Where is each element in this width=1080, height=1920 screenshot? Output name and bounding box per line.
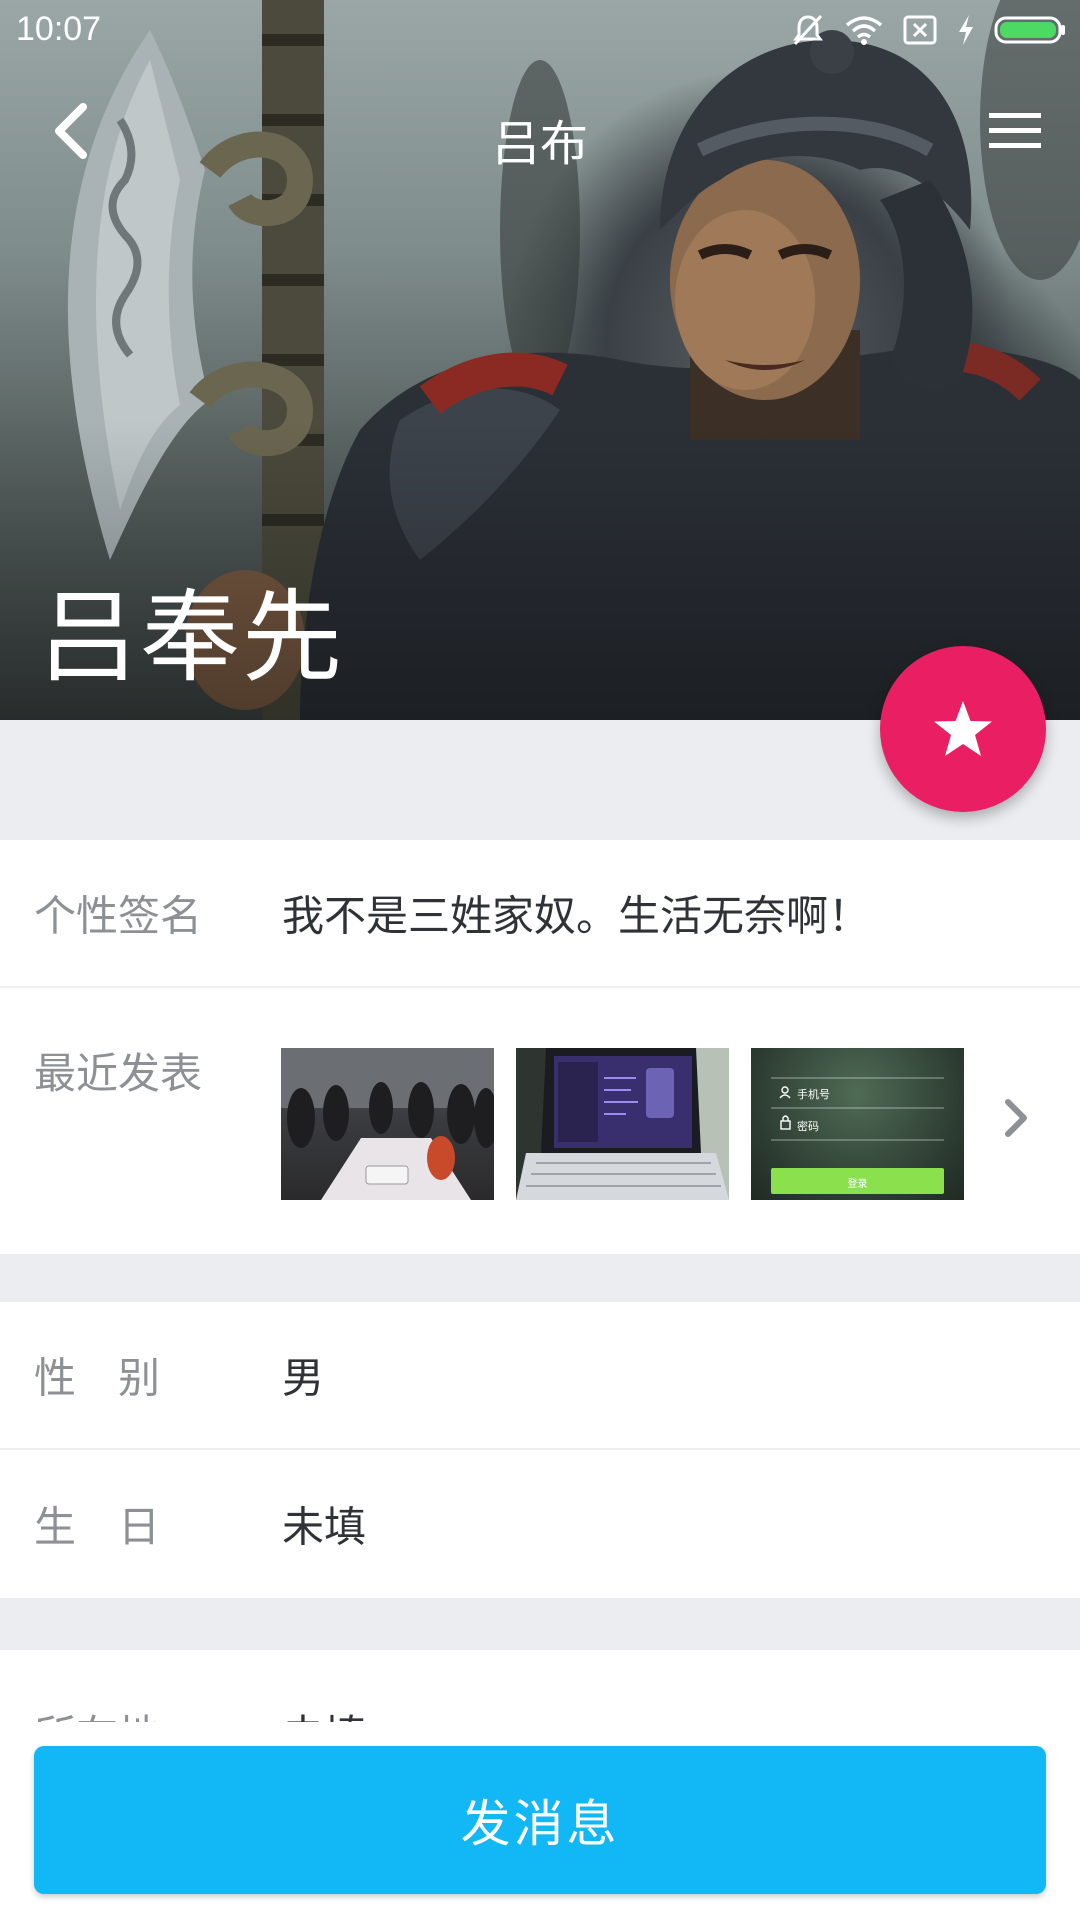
recent-posts-row[interactable]: 最近发表 手机号 密码 登录 bbox=[0, 988, 1080, 1254]
hamburger-menu-icon bbox=[989, 113, 1041, 148]
birthday-value: 未填 bbox=[282, 1502, 367, 1552]
login-button-label: 登录 bbox=[847, 1179, 868, 1190]
toolbar: 吕布 bbox=[0, 70, 1080, 200]
gender-value: 男 bbox=[282, 1353, 325, 1403]
profile-section-about: 个性签名 我不是三姓家奴。生活无奈啊！ 最近发表 手机号 密码 登录 bbox=[0, 840, 1080, 1254]
favorite-button[interactable] bbox=[880, 646, 1046, 812]
gender-row: 性 别 男 bbox=[0, 1302, 1080, 1450]
chevron-right-icon bbox=[1005, 1099, 1027, 1137]
battery-icon bbox=[994, 16, 1065, 44]
birthday-row: 生 日 未填 bbox=[0, 1450, 1080, 1598]
signature-value: 我不是三姓家奴。生活无奈啊！ bbox=[282, 891, 871, 941]
recent-posts-thumbnails: 手机号 密码 登录 bbox=[281, 1048, 964, 1200]
gender-label: 性 别 bbox=[34, 1353, 161, 1403]
silent-icon bbox=[793, 14, 823, 46]
wifi-icon bbox=[845, 16, 883, 45]
post-thumbnail-laptop[interactable] bbox=[516, 1048, 729, 1200]
login-phone-hint: 手机号 bbox=[797, 1088, 830, 1101]
menu-button[interactable] bbox=[980, 96, 1050, 166]
post-thumbnail-event[interactable] bbox=[281, 1048, 494, 1200]
sim-icon bbox=[903, 15, 937, 45]
toolbar-title: 吕布 bbox=[491, 116, 588, 172]
birthday-label: 生 日 bbox=[34, 1502, 161, 1552]
charging-icon bbox=[959, 15, 973, 45]
signature-row: 个性签名 我不是三姓家奴。生活无奈啊！ bbox=[0, 840, 1080, 988]
status-bar: 10:07 bbox=[0, 0, 1080, 60]
star-icon bbox=[934, 701, 992, 756]
profile-section-location: 所在地 未填 bbox=[0, 1650, 1080, 1730]
bottom-action-bar: 发消息 bbox=[0, 1722, 1080, 1920]
post-thumbnail-login-screen[interactable]: 手机号 密码 登录 bbox=[751, 1048, 964, 1200]
signature-label: 个性签名 bbox=[34, 891, 203, 941]
status-time: 10:07 bbox=[16, 10, 102, 48]
profile-header-image: 10:07 吕布 吕奉先 bbox=[0, 0, 1080, 720]
location-row: 所在地 未填 bbox=[0, 1650, 1080, 1730]
login-password-hint: 密码 bbox=[797, 1120, 819, 1133]
recent-posts-label: 最近发表 bbox=[34, 1049, 203, 1098]
status-icons bbox=[790, 12, 1066, 48]
send-message-button[interactable]: 发消息 bbox=[34, 1746, 1046, 1894]
profile-section-basic: 性 别 男 生 日 未填 bbox=[0, 1302, 1080, 1598]
profile-display-name: 吕奉先 bbox=[38, 579, 344, 696]
